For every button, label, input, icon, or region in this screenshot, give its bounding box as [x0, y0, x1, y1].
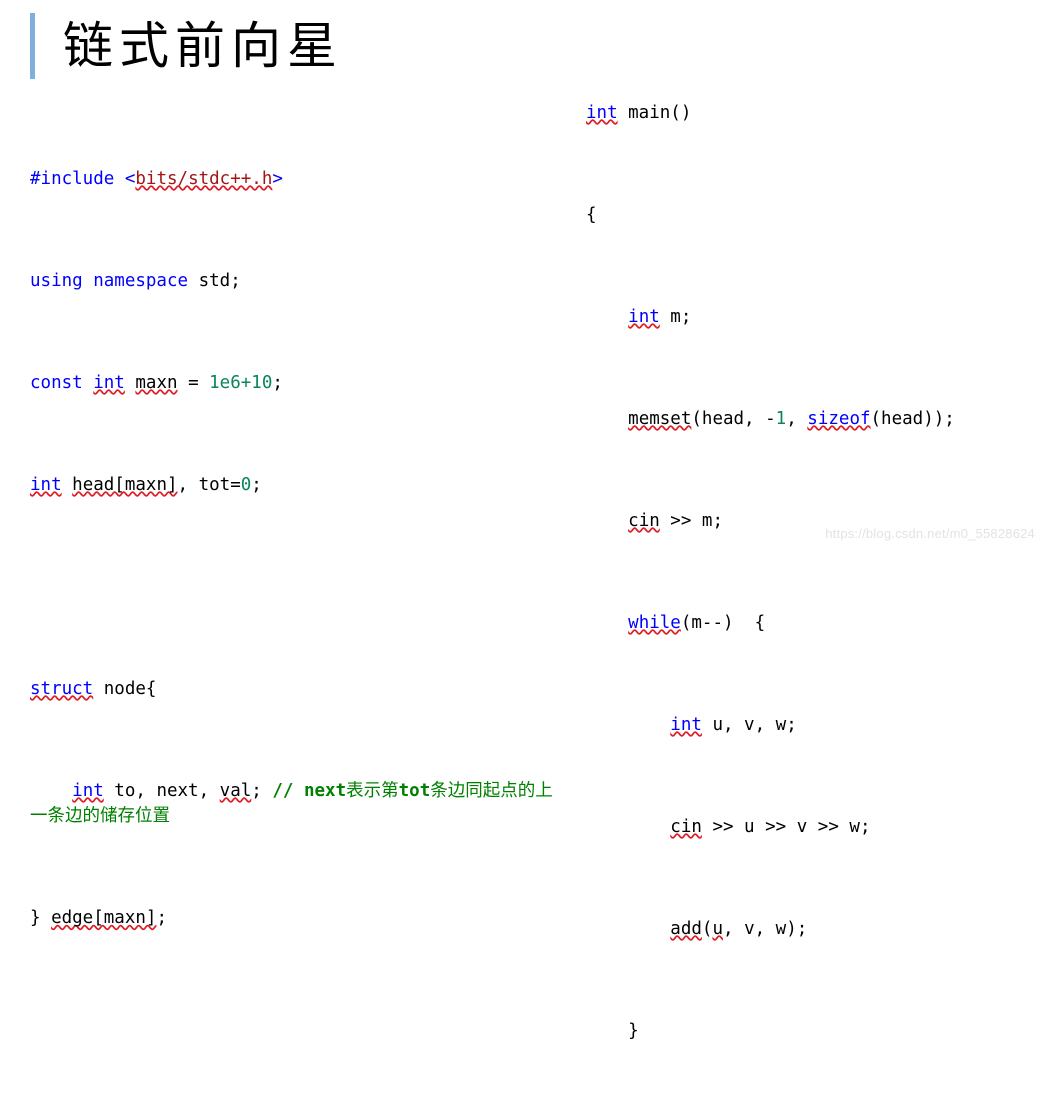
token-include-path: bits/stdc++.h [135, 168, 273, 189]
token-plain: >> u >> v >> w; [701, 816, 871, 837]
token-plain: (head)); [870, 408, 955, 429]
token-keyword: int [72, 780, 104, 801]
token-identifier: cin [670, 816, 702, 837]
token-keyword: using namespace [30, 270, 189, 291]
token-keyword: int [30, 474, 62, 495]
code-line: } edge[maxn]; [30, 906, 570, 932]
token-plain: ; [251, 474, 262, 495]
token-plain: ( [701, 918, 713, 939]
token-comment: tot [398, 780, 431, 801]
token-plain: main() [617, 102, 692, 123]
code-line: } [586, 1019, 1036, 1045]
token-number: 1e6+10 [209, 372, 273, 393]
code-line: #include <bits/stdc++.h> [30, 167, 570, 193]
code-line: const int maxn = 1e6+10; [30, 371, 570, 397]
token-plain: to, next, [103, 780, 220, 801]
token-keyword: const [30, 372, 94, 393]
token-number: 0 [240, 474, 252, 495]
token-plain: } [628, 1020, 639, 1041]
code-line: int m; [586, 305, 1036, 331]
token-angle-open: < [124, 168, 136, 189]
token-identifier: head[maxn] [72, 474, 178, 495]
token-plain: , tot= [177, 474, 241, 495]
token-identifier: val [219, 780, 252, 801]
token-identifier: u [712, 918, 723, 939]
token-comment: // next [272, 780, 347, 801]
token-keyword: struct [30, 678, 94, 699]
token-identifier: edge[maxn] [51, 908, 157, 928]
token-keyword: int [628, 306, 660, 327]
code-block-right: int main() { int m; memset(head, -1, siz… [586, 24, 1036, 1098]
token-plain: { [586, 204, 597, 225]
token-plain: = [177, 372, 210, 393]
token-plain: ; [251, 780, 273, 801]
token-preprocessor: #include [30, 168, 115, 189]
token-plain: } [30, 908, 52, 928]
token-keyword: while [628, 612, 681, 633]
token-plain: , [786, 408, 808, 429]
token-plain: ; [272, 372, 283, 393]
token-plain: node{ [93, 678, 157, 699]
code-line: add(u, v, w); [586, 917, 1036, 943]
token-keyword: int [670, 714, 702, 735]
code-line: struct node{ [30, 677, 570, 703]
token-angle-close: > [272, 168, 283, 189]
code-line: while(m--) { [586, 611, 1036, 637]
code-block-left: #include <bits/stdc++.h> using namespace… [30, 90, 570, 1098]
token-identifier: maxn [135, 372, 178, 393]
page-title: 链式前向星 [63, 17, 343, 75]
code-line: memset(head, -1, sizeof(head)); [586, 407, 1036, 433]
code-line: { [586, 203, 1036, 229]
code-line: int head[maxn], tot=0; [30, 473, 570, 499]
token-keyword: int [586, 102, 618, 123]
token-identifier: memset [628, 408, 692, 429]
token-plain: u, v, w; [701, 714, 797, 735]
code-line: cin >> u >> v >> w; [586, 815, 1036, 841]
token-plain: >> m; [659, 510, 723, 531]
code-line: using namespace std; [30, 269, 570, 295]
token-keyword: sizeof [807, 408, 871, 429]
token-number: 1 [775, 408, 787, 429]
token-plain: (head, - [691, 408, 776, 429]
code-line: int to, next, val; // next表示第tot条边同起点的上一… [30, 779, 570, 830]
code-line: int u, v, w; [586, 713, 1036, 739]
token-plain: m; [659, 306, 692, 327]
token-plain: (m--) { [680, 612, 766, 633]
watermark: https://blog.csdn.net/m0_55828624 [825, 526, 1035, 541]
token-plain: , v, w); [723, 918, 808, 939]
code-line: int main() [586, 101, 1036, 127]
token-keyword: int [93, 372, 125, 393]
token-plain: std; [188, 270, 241, 291]
token-comment-cjk: 表示第 [346, 780, 399, 801]
token-identifier: add [670, 918, 702, 939]
token-identifier: cin [628, 510, 660, 531]
page-title-block: 链式前向星 [30, 8, 343, 84]
token-plain: ; [156, 908, 167, 928]
title-accent-bar [30, 13, 35, 79]
